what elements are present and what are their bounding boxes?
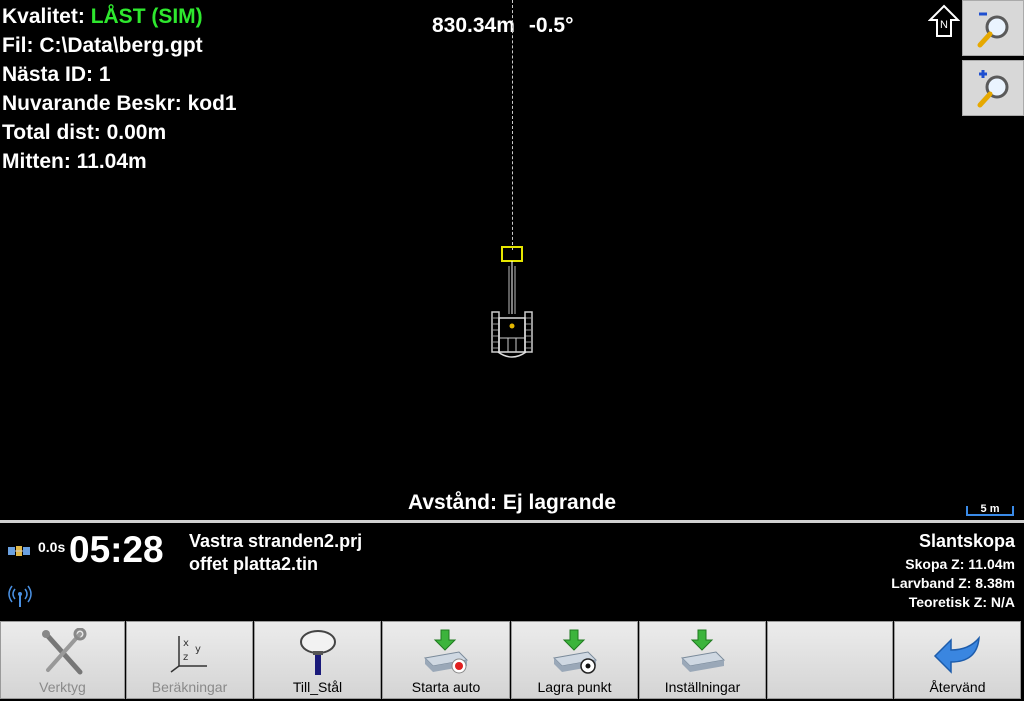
heading-distance: 830.34m (432, 14, 515, 37)
status-bar: 0.0s 05:28 Vastra stranden2.prj offet pl… (0, 520, 1024, 618)
quality-line: Kvalitet: LÅST (SIM) (2, 2, 203, 31)
download-settings-icon (680, 629, 725, 672)
zoom-out-button[interactable] (962, 0, 1024, 56)
to-steel-label: Till_Stål (292, 679, 343, 695)
project-file: Vastra stranden2.prj (189, 531, 363, 551)
settings-button[interactable]: Inställningar (639, 621, 766, 699)
scale-label: 5 m (980, 503, 1000, 515)
satellite-icon (8, 546, 30, 556)
download-record-icon (423, 629, 469, 674)
heading-line (512, 0, 513, 250)
tools-button[interactable]: Verktyg (0, 621, 125, 699)
toolbar: Verktyg x y z Beräkningar Till_Stål Star… (0, 618, 1024, 701)
settings-label: Inställningar (664, 679, 741, 695)
correction-age: 0.0s (38, 539, 66, 555)
zoom-in-icon (977, 70, 1009, 108)
svg-text:y: y (195, 644, 201, 655)
heading-readout: 830.34m -0.5° (432, 14, 588, 38)
radio-icon (8, 585, 32, 607)
tools-label: Verktyg (39, 679, 86, 695)
tools-icon (41, 628, 86, 675)
distance-status: Avstånd: Ej lagrande (407, 491, 617, 514)
heading-angle: -0.5° (528, 14, 574, 37)
target-marker (501, 246, 523, 262)
zoom-out-icon (977, 12, 1009, 48)
excavator-icon (491, 246, 533, 358)
next-id-line: Nästa ID: 1 (2, 63, 111, 86)
bucket-z: Skopa Z: 11.04m (905, 556, 1015, 572)
return-arrow-icon (933, 635, 980, 674)
start-auto-label: Starta auto (411, 679, 481, 695)
north-label: N (940, 19, 948, 31)
bucket-name: Slantskopa (918, 531, 1015, 551)
xyz-axes-icon: x y z (170, 636, 207, 673)
current-description-line: Nuvarande Beskr: kod1 (2, 92, 237, 115)
tin-file: offet platta2.tin (189, 554, 318, 574)
track-z: Larvband Z: 8.38m (891, 575, 1015, 591)
theoretical-z: Teoretisk Z: N/A (908, 594, 1015, 610)
quality-label: Kvalitet: (2, 5, 91, 28)
quality-value: LÅST (SIM) (90, 5, 203, 28)
north-arrow-icon[interactable]: N (928, 4, 960, 38)
file-line: Fil: C:\Data\berg.gpt (2, 34, 203, 57)
zoom-in-button[interactable] (962, 60, 1024, 116)
to-steel-button[interactable]: Till_Stål (254, 621, 381, 699)
map-view[interactable]: Kvalitet: LÅST (SIM) Fil: C:\Data\berg.g… (0, 0, 1024, 520)
svg-text:x: x (183, 638, 189, 649)
calculations-button[interactable]: x y z Beräkningar (126, 621, 253, 699)
clock: 05:28 (69, 529, 164, 570)
store-point-label: Lagra punkt (537, 679, 612, 695)
calculations-label: Beräkningar (151, 679, 228, 695)
store-point-button[interactable]: Lagra punkt (511, 621, 638, 699)
download-target-icon (552, 629, 597, 674)
back-button[interactable]: Återvänd (894, 621, 1021, 699)
empty-toolbar-slot (767, 621, 893, 699)
gnss-antenna-icon (299, 630, 336, 675)
total-distance-line: Total dist: 0.00m (2, 121, 167, 144)
back-label: Återvänd (929, 679, 986, 695)
svg-text:z: z (183, 652, 188, 663)
start-auto-button[interactable]: Starta auto (382, 621, 510, 699)
middle-line: Mitten: 11.04m (2, 150, 147, 173)
